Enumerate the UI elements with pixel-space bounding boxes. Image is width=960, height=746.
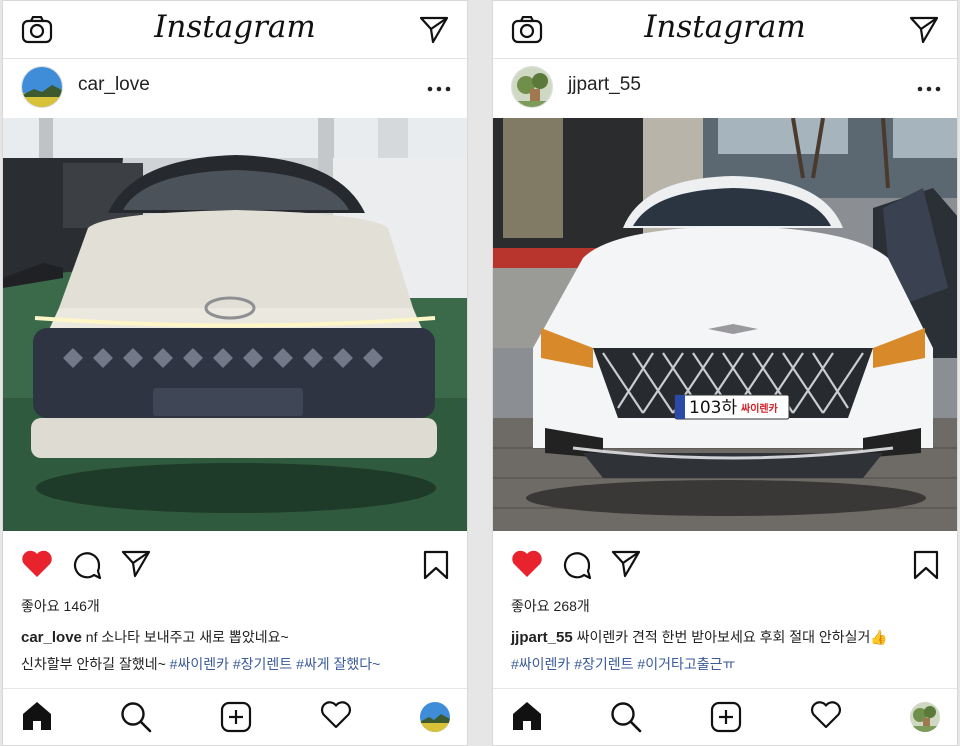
post-actions [3,531,467,596]
avatar[interactable] [511,66,553,108]
likes-count: 좋아요 146개 [21,598,100,614]
caption-line-2: 신차할부 안하길 잘했네~ [21,656,166,672]
hashtag[interactable]: #싸게 잘했다~ [296,656,380,672]
post-caption: jjpart_55 싸이렌카 견적 한번 받아보세요 후회 절대 안하실거👍 #… [511,624,947,678]
caption-text: 싸이렌카 견적 한번 받아보세요 후회 절대 안하실거👍 [576,629,888,645]
post-card: Instagram car_love 좋아요 146개 car_love nf … [2,0,468,746]
home-icon[interactable] [511,701,543,735]
add-post-icon[interactable] [710,701,742,737]
activity-heart-icon[interactable] [810,701,842,733]
post-actions [493,531,957,596]
more-options-icon[interactable] [917,78,941,97]
more-options-icon[interactable] [427,78,451,97]
bookmark-icon[interactable] [913,550,939,584]
home-icon[interactable] [21,701,53,735]
bottom-nav [3,688,467,745]
caption-username[interactable]: jjpart_55 [511,629,573,646]
likes-count: 좋아요 268개 [511,598,590,614]
hashtag[interactable]: #싸이렌카 [511,656,570,672]
caption-username[interactable]: car_love [21,629,82,646]
bookmark-icon[interactable] [423,550,449,584]
heart-icon[interactable] [511,550,543,582]
post-caption: car_love nf 소나타 보내주고 새로 뽑았네요~ 신차할부 안하길 잘… [21,624,457,678]
direct-message-icon[interactable] [419,16,449,48]
hashtag[interactable]: #이거타고출근ㅠ [637,656,735,672]
profile-avatar[interactable] [420,702,450,732]
hashtag[interactable]: #싸이렌카 [170,656,229,672]
app-top-bar: Instagram [493,1,957,59]
post-username[interactable]: car_love [78,74,150,96]
app-logo: Instagram [644,9,806,45]
activity-heart-icon[interactable] [320,701,352,733]
app-logo: Instagram [154,9,316,45]
direct-message-icon[interactable] [909,16,939,48]
search-icon[interactable] [610,701,642,737]
comment-icon[interactable] [562,550,592,584]
share-icon[interactable] [611,550,641,582]
post-photo[interactable] [3,118,467,531]
add-post-icon[interactable] [220,701,252,737]
search-icon[interactable] [120,701,152,737]
app-top-bar: Instagram [3,1,467,59]
bottom-nav [493,688,957,745]
heart-icon[interactable] [21,550,53,582]
hashtag[interactable]: #장기렌트 [233,656,292,672]
post-photo[interactable]: 103하 싸이렌카 [493,118,957,531]
comment-icon[interactable] [72,550,102,584]
post-card: Instagram jjpart_55 103하 싸이렌카 좋아요 268개 j… [492,0,958,746]
post-username[interactable]: jjpart_55 [568,74,641,96]
license-plate-number: 103하 [689,398,737,418]
post-header: jjpart_55 [493,58,957,118]
post-header: car_love [3,58,467,118]
hashtag[interactable]: #장기렌트 [574,656,633,672]
caption-text: nf 소나타 보내주고 새로 뽑았네요~ [85,629,289,645]
share-icon[interactable] [121,550,151,582]
profile-avatar[interactable] [910,702,940,732]
avatar[interactable] [21,66,63,108]
plate-brand-label: 싸이렌카 [741,402,779,415]
